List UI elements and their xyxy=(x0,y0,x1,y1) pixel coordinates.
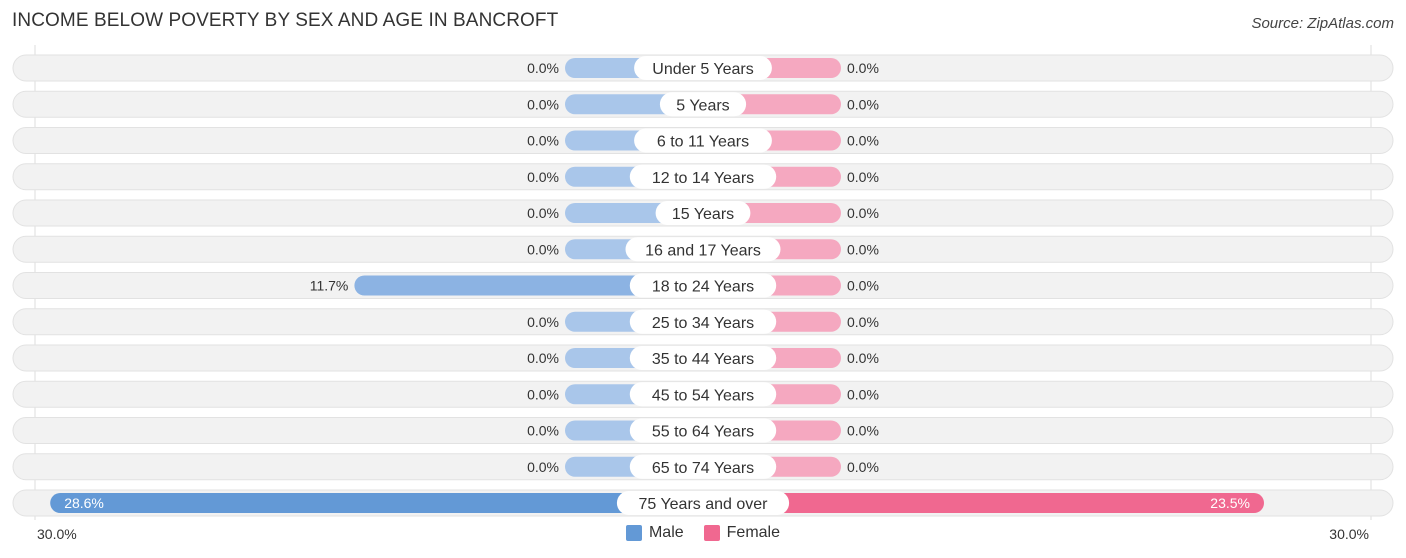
category-label: 12 to 14 Years xyxy=(652,170,754,187)
value-label-male: 0.0% xyxy=(527,241,559,257)
legend-swatch-female xyxy=(703,525,720,541)
value-label-female: 0.0% xyxy=(847,133,879,149)
value-label-male: 0.0% xyxy=(527,459,559,475)
value-label-male: 0.0% xyxy=(527,314,559,330)
legend-label-female: Female xyxy=(726,524,781,541)
value-label-female: 0.0% xyxy=(847,169,879,185)
value-label-female: 0.0% xyxy=(847,278,879,294)
category-label: 75 Years and over xyxy=(639,496,769,513)
value-label-male: 0.0% xyxy=(527,350,559,366)
category-label: 15 Years xyxy=(672,206,734,223)
category-label: 55 to 64 Years xyxy=(652,424,754,441)
category-label: Under 5 Years xyxy=(652,61,753,78)
value-label-female: 23.5% xyxy=(1210,495,1250,511)
value-label-male: 11.7% xyxy=(310,278,349,294)
value-label-male: 0.0% xyxy=(527,60,559,76)
value-label-female: 0.0% xyxy=(847,60,879,76)
value-label-male: 0.0% xyxy=(527,133,559,149)
value-label-female: 0.0% xyxy=(847,241,879,257)
legend-item-male[interactable]: Male xyxy=(625,524,684,542)
value-label-male: 0.0% xyxy=(527,169,559,185)
legend-swatch-male xyxy=(625,525,642,541)
value-label-female: 0.0% xyxy=(847,350,879,366)
value-label-female: 0.0% xyxy=(847,314,879,330)
value-label-female: 0.0% xyxy=(847,386,879,402)
bar-male xyxy=(50,493,703,513)
category-label: 45 to 54 Years xyxy=(652,387,754,404)
category-label: 65 to 74 Years xyxy=(652,460,754,477)
value-label-male: 28.6% xyxy=(64,495,104,511)
value-label-female: 0.0% xyxy=(847,96,879,112)
value-label-male: 0.0% xyxy=(527,205,559,221)
legend-label-male: Male xyxy=(648,524,684,541)
legend: Male Female xyxy=(0,524,1406,542)
value-label-male: 0.0% xyxy=(527,96,559,112)
value-label-female: 0.0% xyxy=(847,423,879,439)
value-label-male: 0.0% xyxy=(527,386,559,402)
value-label-female: 0.0% xyxy=(847,205,879,221)
value-label-male: 0.0% xyxy=(527,423,559,439)
category-label: 16 and 17 Years xyxy=(645,242,761,259)
category-label: 25 to 34 Years xyxy=(652,315,754,332)
category-label: 35 to 44 Years xyxy=(652,351,754,368)
value-label-female: 0.0% xyxy=(847,459,879,475)
legend-item-female[interactable]: Female xyxy=(703,524,781,542)
chart-area: 0.0% 0.0% Under 5 Years 0.0% 0.0% 5 Years 0.0%… xyxy=(12,45,1394,520)
category-label: 5 Years xyxy=(676,97,729,114)
category-label: 18 to 24 Years xyxy=(652,279,754,296)
category-label: 6 to 11 Years xyxy=(657,134,749,151)
